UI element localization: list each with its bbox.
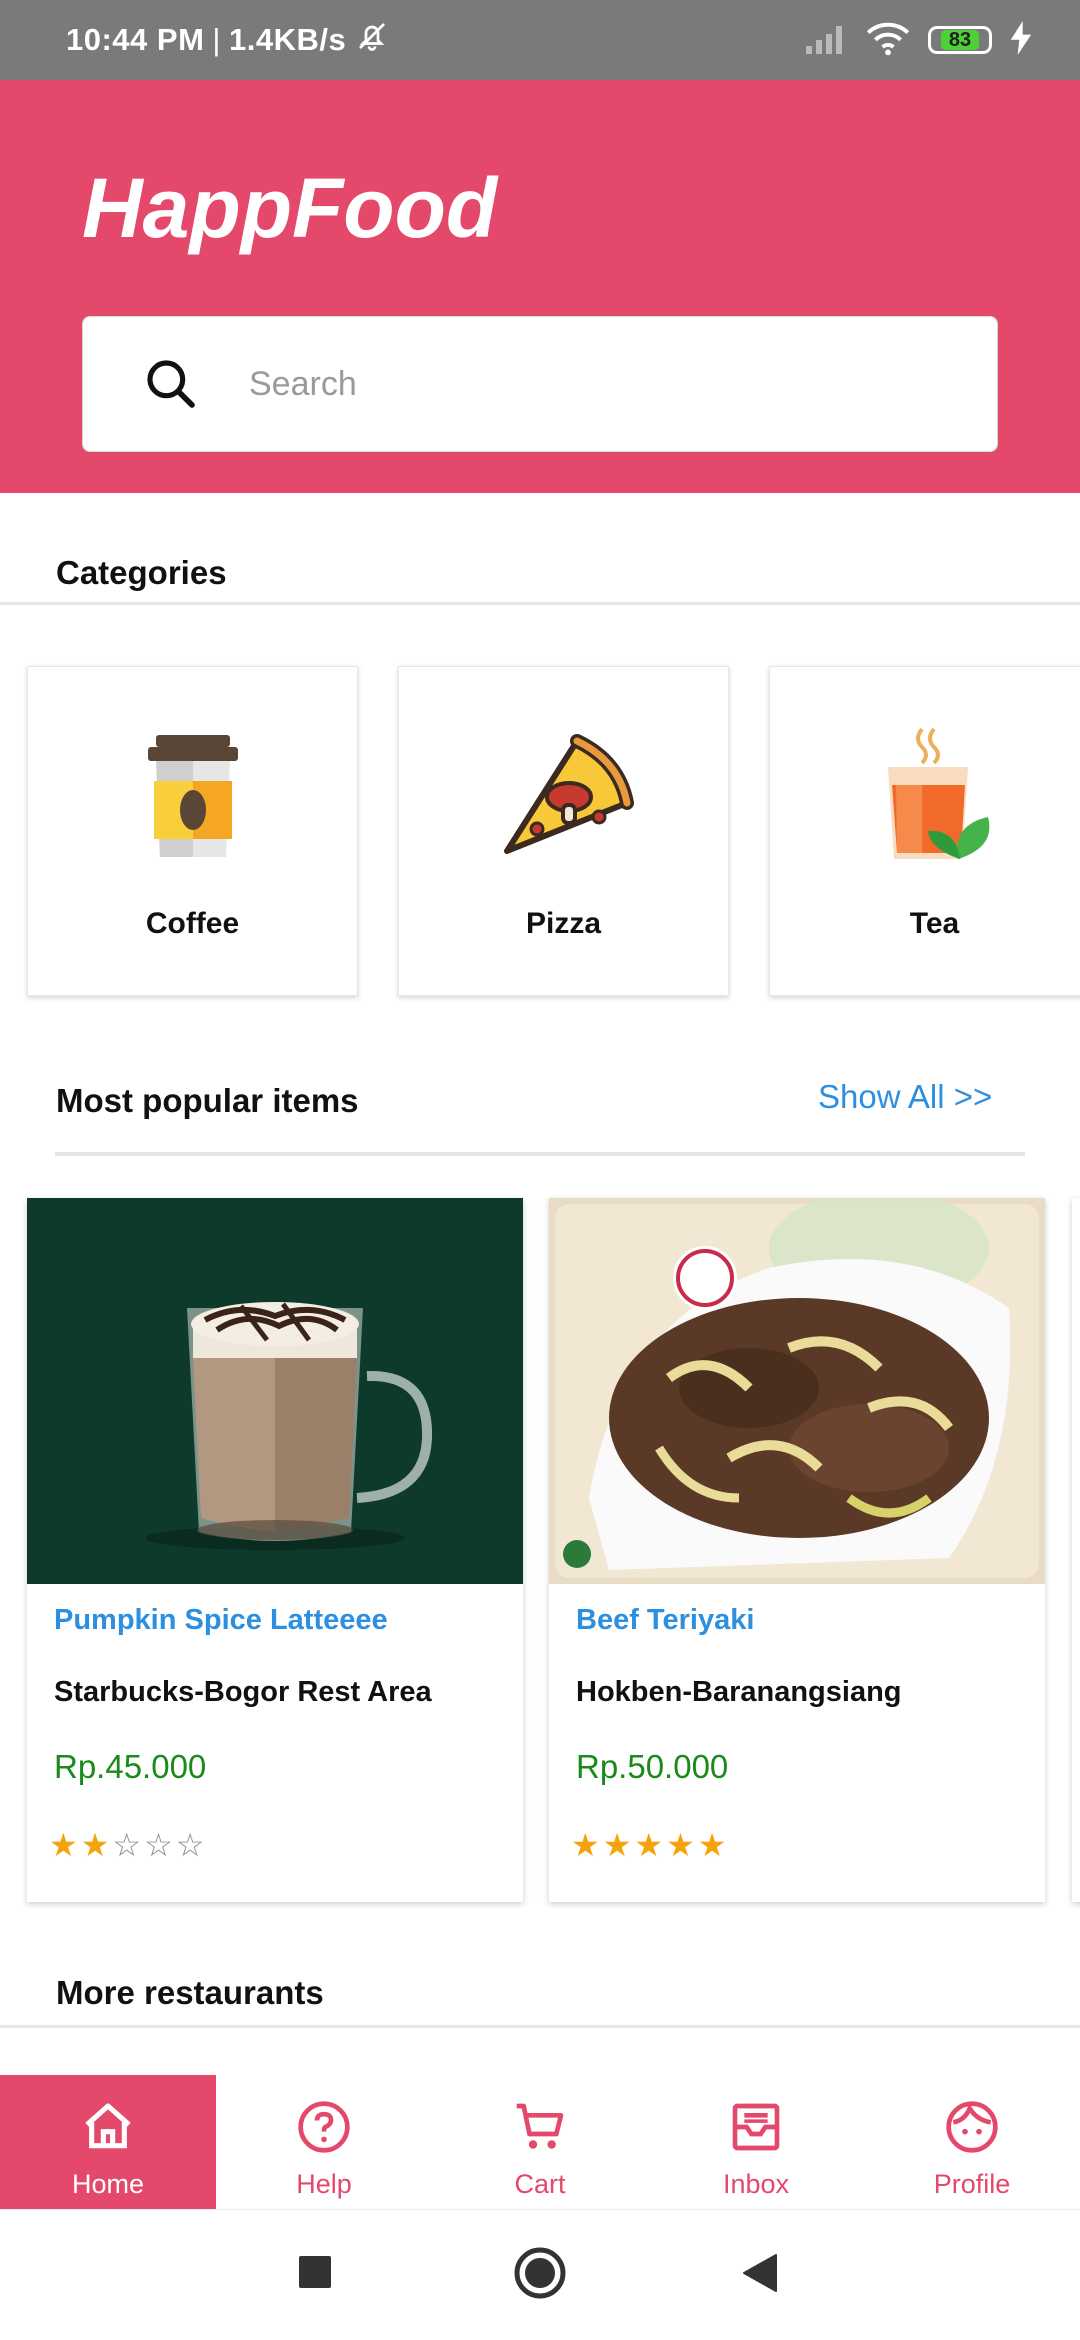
search-bar[interactable]: [82, 316, 998, 452]
coffee-cup-icon: [118, 721, 268, 871]
nav-inbox[interactable]: Inbox: [648, 2075, 864, 2209]
star-icon: ★: [80, 1827, 110, 1863]
star-outline-icon: ☆: [175, 1827, 205, 1863]
nav-home[interactable]: Home: [0, 2075, 216, 2209]
more-restaurants-title: More restaurants: [56, 1974, 324, 2011]
beef-teriyaki-image: [549, 1198, 1045, 1584]
home-icon: [80, 2099, 136, 2155]
categories-divider: [0, 602, 1080, 605]
nav-label: Home: [71, 2169, 145, 2199]
popular-item-card-beef[interactable]: Beef Teriyaki Hokben-Baranangsiang Rp.50…: [549, 1198, 1045, 1902]
mute-bell-icon: [354, 18, 390, 62]
nav-profile[interactable]: Profile: [864, 2075, 1080, 2209]
star-icon: ★: [697, 1827, 727, 1863]
status-left: 10:44 PM | 1.4KB/s: [66, 18, 390, 62]
search-input[interactable]: [249, 364, 949, 404]
back-triangle-icon[interactable]: [742, 2253, 778, 2298]
cart-icon: [512, 2099, 568, 2155]
nav-cart[interactable]: Cart: [432, 2075, 648, 2209]
popular-item-card-latte[interactable]: Pumpkin Spice Latteeee Starbucks-Bogor R…: [27, 1198, 523, 1902]
more-restaurants-divider: [0, 2025, 1080, 2028]
status-separator: |: [212, 22, 221, 57]
item-restaurant: Hokben-Baranangsiang: [576, 1676, 902, 1708]
category-label-pizza: Pizza: [525, 907, 602, 940]
inbox-icon: [728, 2099, 784, 2155]
item-name: Pumpkin Spice Latteeee: [54, 1604, 388, 1636]
show-all-link[interactable]: Show All >>: [818, 1078, 992, 1116]
pizza-slice-icon: [489, 721, 639, 871]
popular-title: Most popular items: [56, 1082, 359, 1119]
search-icon: [141, 354, 201, 414]
profile-icon: [944, 2099, 1000, 2155]
star-outline-icon: ☆: [144, 1827, 173, 1863]
item-price: Rp.50.000: [576, 1748, 729, 1785]
bottom-navigation: Home Help Cart Inbox Profile: [0, 2075, 1080, 2209]
system-navigation-bar: [0, 2209, 1080, 2340]
popular-item-card-partial[interactable]: [1072, 1198, 1080, 1902]
star-outline-icon: ☆: [112, 1827, 142, 1863]
header: HappFood: [0, 80, 1080, 493]
star-icon: ★: [602, 1827, 632, 1863]
help-icon: [296, 2099, 352, 2155]
category-card-coffee[interactable]: Coffee: [27, 666, 358, 996]
popular-divider: [55, 1152, 1025, 1156]
rating-stars: ★ ★ ★ ★ ★: [571, 1828, 726, 1862]
nav-label: Inbox: [722, 2169, 790, 2199]
status-right: 83: [804, 20, 1032, 61]
home-circle-icon[interactable]: [514, 2247, 566, 2304]
latte-image: [27, 1198, 523, 1584]
item-price: Rp.45.000: [54, 1748, 207, 1785]
status-bar: 10:44 PM | 1.4KB/s 83: [0, 0, 1080, 80]
app-root: 10:44 PM | 1.4KB/s 83 HappFood Search Ca…: [0, 0, 1080, 2340]
nav-label: Profile: [933, 2169, 1011, 2199]
star-icon: ★: [666, 1827, 695, 1863]
category-card-tea[interactable]: Tea: [769, 666, 1080, 996]
item-name: Beef Teriyaki: [576, 1604, 755, 1636]
nav-help[interactable]: Help: [216, 2075, 432, 2209]
star-icon: ★: [571, 1827, 600, 1863]
nav-label: Help: [296, 2169, 352, 2199]
category-label-coffee: Coffee: [145, 907, 240, 940]
network-speed: 1.4KB/s: [228, 22, 347, 57]
app-title: HappFood: [82, 161, 498, 255]
battery-indicator: 83: [928, 26, 992, 54]
nav-label: Cart: [514, 2169, 566, 2199]
rating-stars: ★ ★ ☆ ☆ ☆: [49, 1828, 204, 1862]
star-icon: ★: [634, 1827, 664, 1863]
category-label-tea: Tea: [909, 907, 960, 940]
signal-icon: [804, 22, 848, 59]
tea-cup-icon: [860, 721, 1010, 871]
category-card-pizza[interactable]: Pizza: [398, 666, 729, 996]
charging-icon: [1010, 20, 1032, 60]
recents-square-icon[interactable]: [299, 2256, 331, 2293]
item-restaurant: Starbucks-Bogor Rest Area: [54, 1676, 432, 1708]
status-time: 10:44 PM: [66, 22, 205, 57]
wifi-icon: [866, 20, 910, 61]
battery-level: 83: [940, 30, 980, 50]
categories-title: Categories: [56, 554, 227, 591]
star-icon: ★: [49, 1827, 78, 1863]
